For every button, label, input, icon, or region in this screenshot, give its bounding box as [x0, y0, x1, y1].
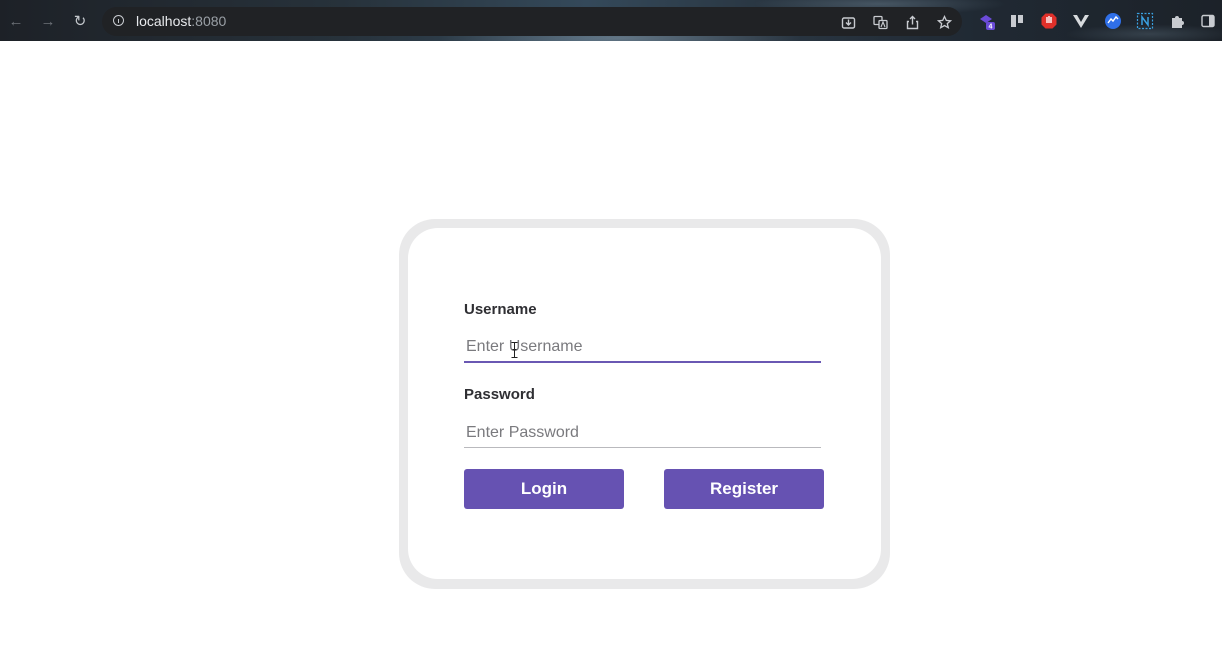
translate-icon[interactable]	[872, 14, 888, 30]
extension-n-icon[interactable]	[1136, 12, 1154, 30]
password-label: Password	[464, 386, 535, 403]
password-input[interactable]	[464, 418, 821, 448]
bookmark-star-icon[interactable]	[936, 14, 952, 30]
site-info-icon[interactable]	[113, 15, 124, 26]
share-icon[interactable]	[904, 14, 920, 30]
login-button[interactable]: Login	[464, 469, 624, 509]
url-port: :8080	[191, 13, 227, 29]
text-cursor-icon	[511, 342, 518, 358]
url-host: localhost	[136, 13, 192, 29]
url-text[interactable]: localhost:8080	[136, 13, 226, 30]
login-card	[408, 228, 881, 579]
extension-purple-icon[interactable]: 4	[977, 12, 995, 30]
install-app-icon[interactable]	[840, 14, 856, 30]
extension-reader-icon[interactable]	[1008, 12, 1026, 30]
username-label: Username	[464, 301, 537, 318]
extensions-puzzle-icon[interactable]	[1168, 12, 1186, 30]
address-bar[interactable]: localhost:8080	[102, 7, 962, 36]
register-button[interactable]: Register	[664, 469, 824, 509]
extension-badge: 4	[989, 24, 993, 31]
reload-icon[interactable]: ↻	[71, 12, 89, 30]
extension-vue-icon[interactable]	[1072, 12, 1090, 30]
forward-icon[interactable]: →	[39, 12, 57, 30]
side-panel-icon[interactable]	[1199, 12, 1217, 30]
back-icon[interactable]: ←	[7, 12, 25, 30]
extension-blue-icon[interactable]	[1104, 12, 1122, 30]
browser-toolbar: ← → ↻ localhost:8080 4	[0, 0, 1222, 41]
extension-adblock-icon[interactable]	[1040, 12, 1058, 30]
